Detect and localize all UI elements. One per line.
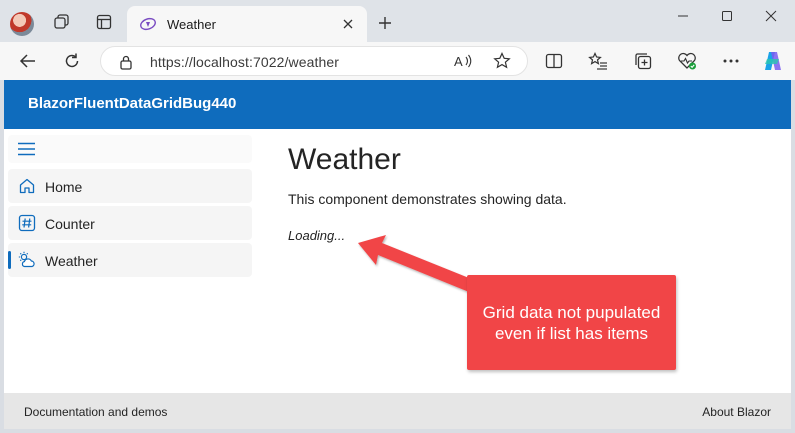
blazor-favicon-icon — [140, 17, 156, 31]
nav-item-home[interactable]: Home — [8, 169, 252, 203]
app-brand[interactable]: BlazorFluentDataGridBug440 — [28, 95, 236, 112]
annotation-callout: Grid data not pupulated even if list has… — [467, 275, 676, 370]
page-description: This component demonstrates showing data… — [288, 191, 567, 207]
url-text[interactable]: https://localhost:7022/weather — [150, 54, 339, 70]
collections-icon[interactable] — [629, 47, 657, 75]
tab-title: Weather — [167, 16, 216, 32]
page-footer: Documentation and demos About Blazor — [4, 393, 791, 429]
address-bar[interactable]: https://localhost:7022/weather A — [100, 46, 528, 76]
workspaces-icon[interactable] — [48, 8, 76, 36]
nav-menu: Home Counter Weather — [4, 129, 255, 393]
minimize-icon[interactable] — [661, 2, 705, 30]
favorite-star-icon[interactable] — [493, 52, 511, 75]
split-screen-icon[interactable] — [540, 47, 568, 75]
number-symbol-icon — [18, 214, 36, 232]
nav-item-label: Counter — [45, 216, 95, 232]
copilot-icon[interactable] — [759, 47, 787, 75]
new-tab-icon[interactable] — [372, 10, 398, 36]
svg-text:A: A — [454, 54, 463, 69]
browser-toolbar: https://localhost:7022/weather A — [0, 42, 795, 80]
more-options-icon[interactable] — [717, 47, 745, 75]
nav-item-label: Weather — [45, 253, 98, 269]
browser-essentials-icon[interactable] — [673, 47, 701, 75]
nav-item-label: Home — [45, 179, 83, 195]
profile-avatar[interactable] — [10, 12, 34, 36]
home-icon — [19, 178, 35, 194]
active-indicator — [8, 251, 11, 269]
hamburger-icon — [18, 142, 35, 156]
favorites-icon[interactable] — [584, 47, 612, 75]
loading-text: Loading... — [288, 228, 346, 243]
about-link[interactable]: About Blazor — [702, 405, 771, 419]
maximize-icon[interactable] — [705, 2, 749, 30]
nav-item-counter[interactable]: Counter — [8, 206, 252, 240]
refresh-icon[interactable] — [58, 47, 86, 75]
tab-actions-icon[interactable] — [90, 8, 118, 36]
lock-icon[interactable] — [119, 54, 133, 75]
callout-arrow — [358, 235, 474, 292]
page-title: Weather — [288, 143, 401, 176]
weather-partly-cloudy-icon — [18, 251, 35, 268]
browser-tab-strip: Weather — [0, 0, 795, 42]
read-aloud-icon[interactable]: A — [453, 53, 473, 74]
back-icon[interactable] — [14, 47, 42, 75]
annotation-text: Grid data not pupulated even if list has… — [482, 302, 661, 343]
nav-item-weather[interactable]: Weather — [8, 243, 252, 277]
app-header: BlazorFluentDataGridBug440 — [4, 80, 791, 129]
close-window-icon[interactable] — [749, 2, 793, 30]
tab-weather[interactable]: Weather — [127, 6, 367, 42]
nav-toggle-button[interactable] — [8, 135, 252, 163]
documentation-link[interactable]: Documentation and demos — [24, 405, 167, 419]
close-tab-icon[interactable] — [337, 13, 359, 35]
